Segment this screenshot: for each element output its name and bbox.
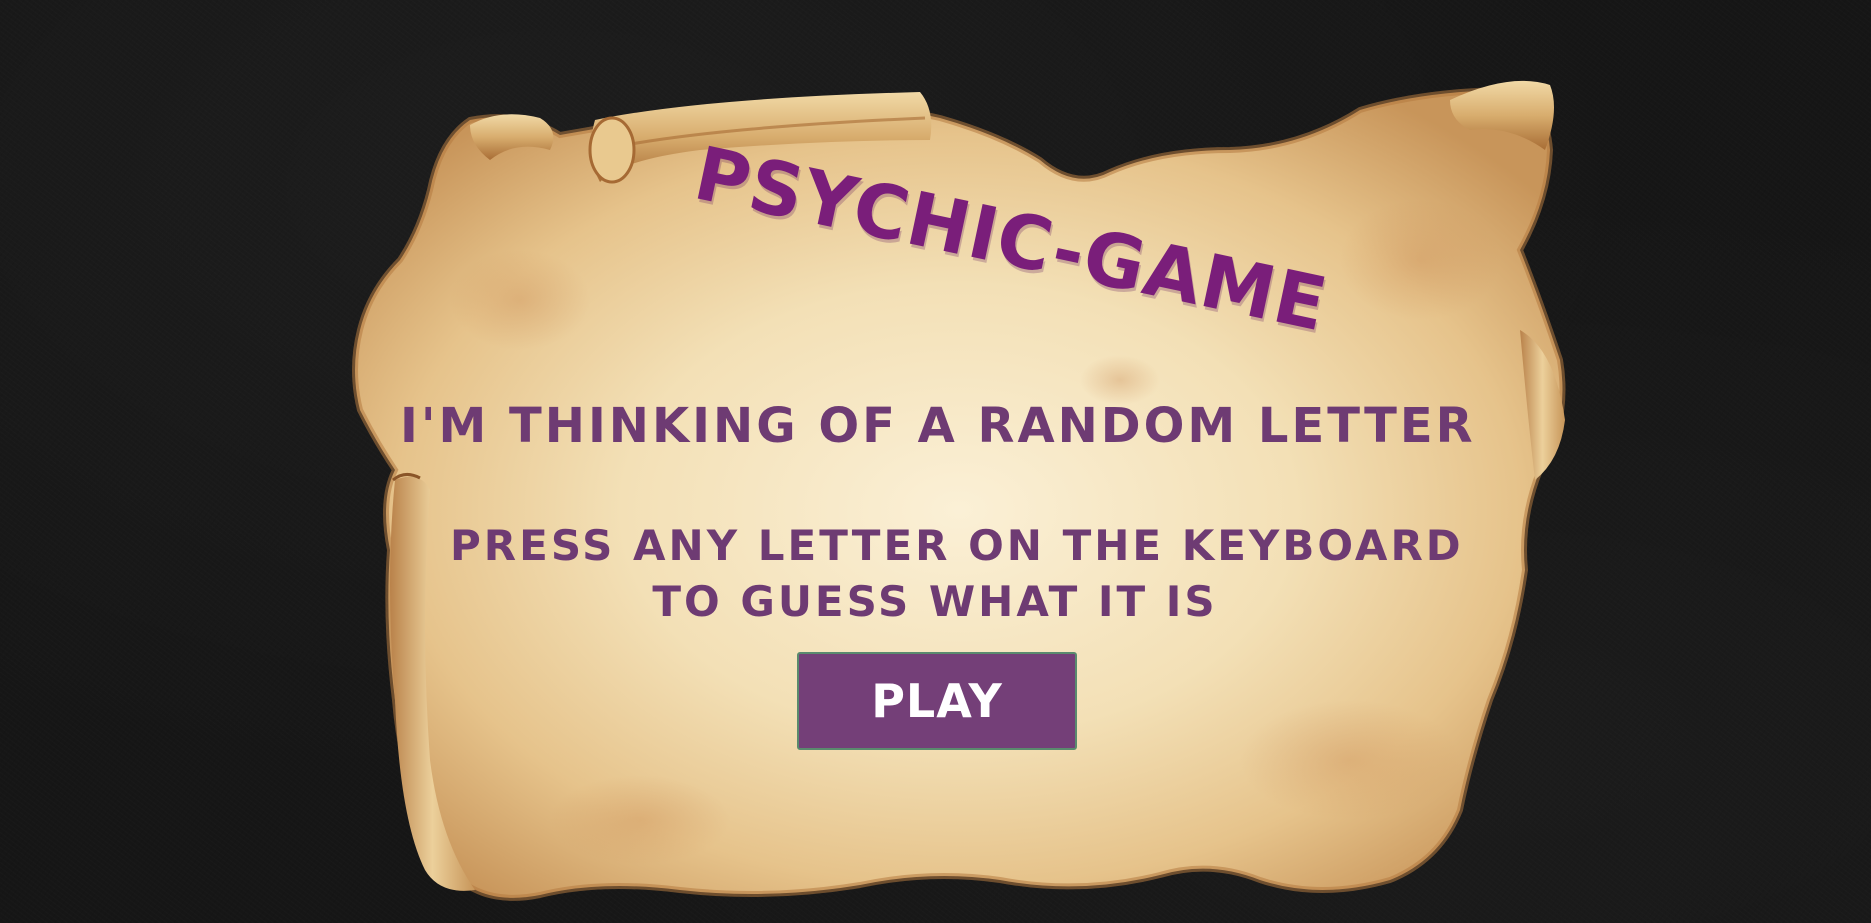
game-instructions: PRESS ANY LETTER ON THE KEYBOARD TO GUES… — [450, 518, 1464, 630]
parchment-scroll — [352, 80, 1566, 901]
play-button[interactable]: PLAY — [797, 652, 1077, 750]
instructions-line-1: PRESS ANY LETTER ON THE KEYBOARD — [450, 521, 1464, 570]
instructions-line-2: TO GUESS WHAT IT IS — [652, 577, 1218, 626]
game-subtitle: I'M THINKING OF A RANDOM LETTER — [400, 398, 1476, 454]
